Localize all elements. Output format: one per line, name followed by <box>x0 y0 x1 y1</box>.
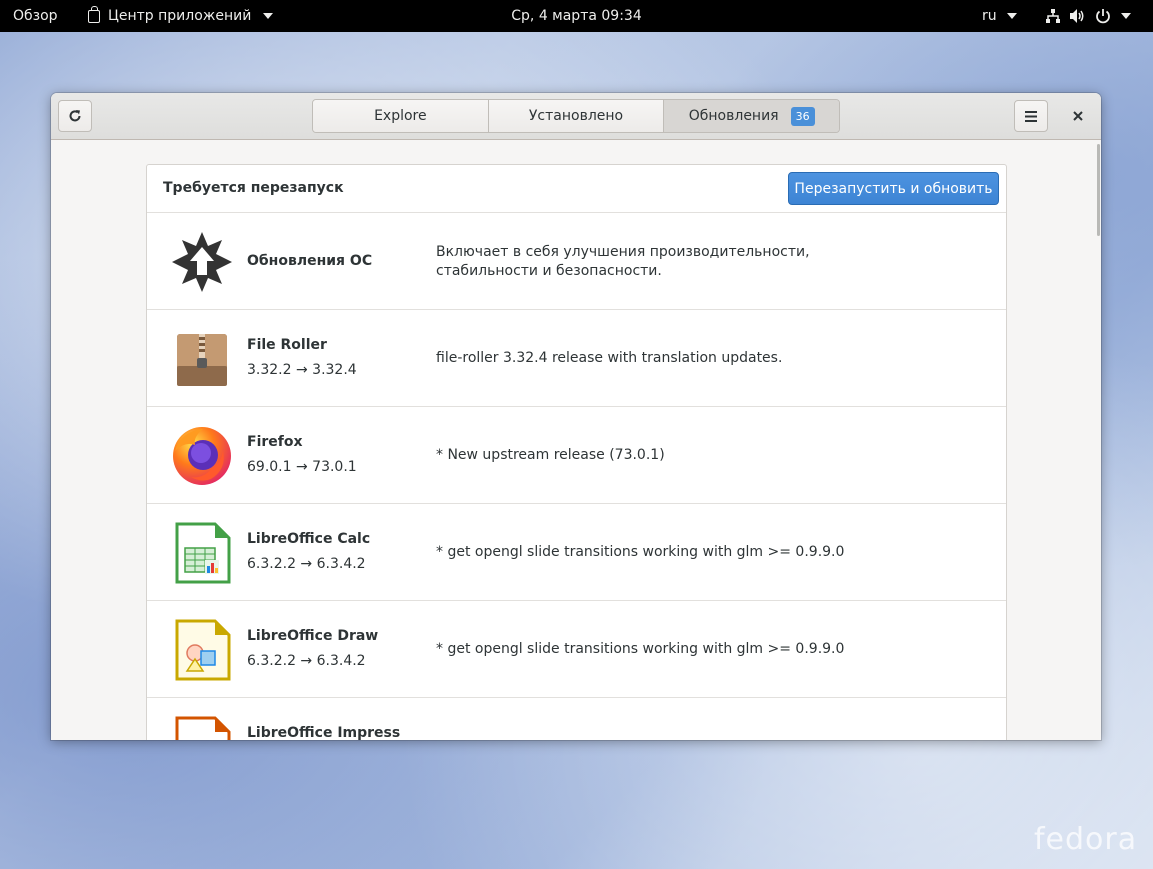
volume-icon <box>1070 9 1084 23</box>
clock[interactable]: Ср, 4 марта 09:34 <box>0 0 1153 32</box>
update-name: Firefox <box>247 434 303 450</box>
tab-explore[interactable]: Explore <box>313 100 489 132</box>
update-description: * New upstream release (73.0.1) <box>436 447 665 463</box>
power-icon <box>1096 9 1110 24</box>
update-description: Включает в себя улучшения производительн… <box>436 244 810 279</box>
list-item[interactable]: LibreOffice Draw 6.3.2.2 → 6.3.4.2 * get… <box>147 600 1006 698</box>
calc-icon <box>175 522 231 584</box>
refresh-button[interactable] <box>58 100 92 132</box>
impress-icon <box>175 716 231 740</box>
language-label: ru <box>982 8 997 24</box>
updates-page[interactable]: Требуется перезапуск Перезапустить и обн… <box>51 140 1101 740</box>
update-name: Обновления ОС <box>247 253 373 269</box>
chevron-down-icon <box>1007 13 1018 19</box>
update-description: * get opengl slide transitions working w… <box>436 544 845 560</box>
tab-label: Explore <box>374 108 427 124</box>
section-title: Требуется перезапуск <box>163 180 344 196</box>
updates-count-badge: 36 <box>790 106 815 126</box>
update-version: 6.3.2.2 → 6.3.4.2 <box>247 556 366 572</box>
update-version: 6.3.2.2 → 6.3.4.2 <box>247 653 366 669</box>
refresh-icon <box>69 110 81 122</box>
close-icon <box>1073 111 1083 121</box>
language-selector[interactable]: ru <box>982 0 1018 32</box>
updates-list: Требуется перезапуск Перезапустить и обн… <box>146 164 1007 740</box>
tab-updates[interactable]: Обновления 36 <box>664 100 839 132</box>
menu-button[interactable] <box>1014 100 1048 132</box>
update-name: File Roller <box>247 337 327 353</box>
update-name: LibreOffice Calc <box>247 531 371 547</box>
software-window: Explore Установлено Обновления 36 Требуе… <box>51 93 1101 740</box>
update-name: LibreOffice Draw <box>247 628 379 644</box>
network-icon <box>1046 9 1060 23</box>
list-item[interactable]: Firefox 69.0.1 → 73.0.1 * New upstream r… <box>147 406 1006 504</box>
archive-icon <box>177 334 227 386</box>
list-item[interactable]: LibreOffice Calc 6.3.2.2 → 6.3.4.2 * get… <box>147 503 1006 601</box>
list-item[interactable]: File Roller 3.32.2 → 3.32.4 file-roller … <box>147 309 1006 407</box>
update-version: 69.0.1 → 73.0.1 <box>247 459 357 475</box>
tab-label: Установлено <box>528 108 624 124</box>
close-button[interactable] <box>1065 100 1091 132</box>
restart-and-update-button[interactable]: Перезапустить и обновить <box>788 172 999 205</box>
fedora-wallpaper-logo: fedora <box>1034 822 1138 857</box>
hamburger-icon <box>1025 110 1037 122</box>
top-bar: Обзор Центр приложений Ср, 4 марта 09:34… <box>0 0 1153 32</box>
view-switcher: Explore Установлено Обновления 36 <box>312 99 840 133</box>
os-update-icon <box>172 232 232 292</box>
update-version: 3.32.2 → 3.32.4 <box>247 362 357 378</box>
chevron-down-icon <box>1121 13 1131 19</box>
update-description: file-roller 3.32.4 release with translat… <box>436 350 783 366</box>
header-bar: Explore Установлено Обновления 36 <box>51 93 1101 140</box>
update-name: LibreOffice Impress <box>247 725 401 740</box>
tab-label: Обновления <box>688 108 779 124</box>
section-header: Требуется перезапуск Перезапустить и обн… <box>147 165 1006 212</box>
firefox-icon <box>173 427 231 485</box>
system-menu[interactable] <box>1045 0 1131 32</box>
tab-installed[interactable]: Установлено <box>488 100 665 132</box>
scrollbar[interactable] <box>1097 144 1100 236</box>
list-item[interactable]: Обновления ОС Включает в себя улучшения … <box>147 212 1006 310</box>
draw-icon <box>175 619 231 681</box>
list-item[interactable]: LibreOffice Impress <box>147 697 1006 740</box>
update-description: * get opengl slide transitions working w… <box>436 641 845 657</box>
